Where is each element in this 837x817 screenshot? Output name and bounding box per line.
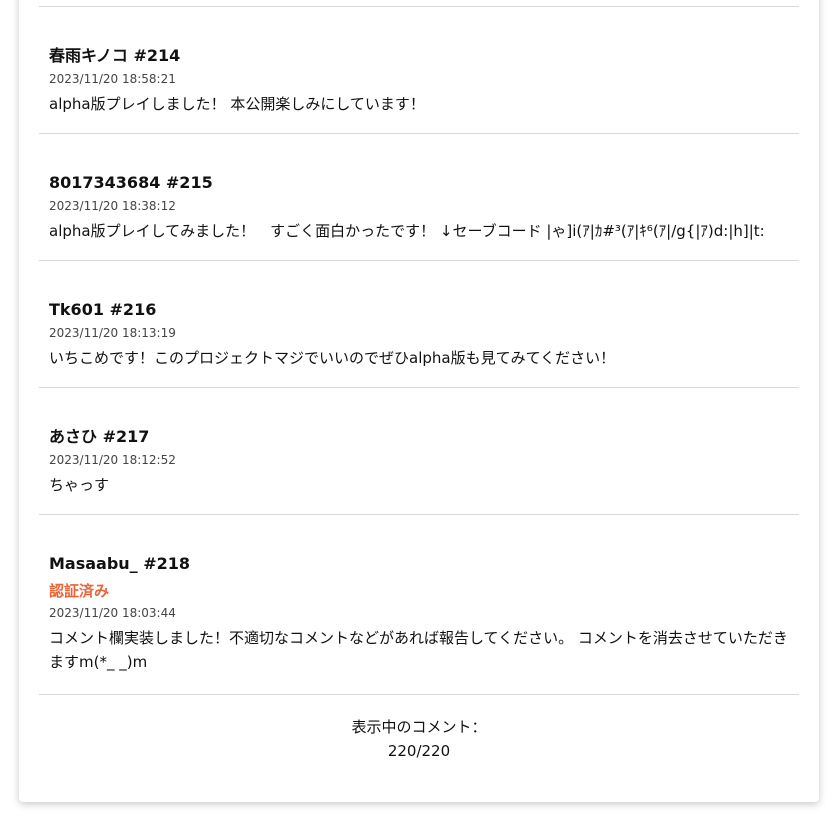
comment-list: 春雨キノコ #214 2023/11/20 18:58:21 alpha版プレイ…	[39, 6, 799, 763]
comment-author: 春雨キノコ #214	[49, 46, 181, 65]
comments-card: 春雨キノコ #214 2023/11/20 18:58:21 alpha版プレイ…	[19, 0, 819, 802]
comment-body: alpha版プレイしてみました！ すごく面白かったです！ ↓セーブコード |ゃ]…	[49, 222, 765, 240]
verified-badge: 認証済み	[49, 582, 110, 600]
comment-body: コメント欄実装しました！不適切なコメントなどがあれば報告してください。 コメント…	[49, 629, 788, 671]
comment-body: いちこめです！このプロジェクトマジでいいのでぜひalpha版も見てみてください！	[49, 349, 616, 367]
comment-item: 8017343684 #215 2023/11/20 18:38:12 alph…	[39, 133, 799, 260]
comment-date: 2023/11/20 18:03:44	[49, 606, 176, 620]
comment-date: 2023/11/20 18:13:19	[49, 326, 176, 340]
comment-body: ちゃっす	[49, 476, 110, 494]
comment-date: 2023/11/20 18:58:21	[49, 72, 176, 86]
comment-count-label: 表示中のコメント：	[351, 718, 487, 736]
comment-item: Masaabu_ #218 認証済み 2023/11/20 18:03:44 コ…	[39, 514, 799, 694]
comment-author: Tk601 #216	[49, 300, 157, 319]
comment-author: 8017343684 #215	[49, 173, 213, 192]
comment-date: 2023/11/20 18:12:52	[49, 453, 176, 467]
comment-item: Tk601 #216 2023/11/20 18:13:19 いちこめです！この…	[39, 260, 799, 387]
comment-item: 春雨キノコ #214 2023/11/20 18:58:21 alpha版プレイ…	[39, 6, 799, 133]
comment-body: alpha版プレイしました！ 本公開楽しみにしています！	[49, 95, 425, 113]
comment-date: 2023/11/20 18:38:12	[49, 199, 176, 213]
comment-count-value: 220/220	[387, 742, 451, 760]
comment-item: あさひ #217 2023/11/20 18:12:52 ちゃっす	[39, 387, 799, 514]
comment-author: Masaabu_ #218	[49, 554, 191, 573]
comment-count-footer: 表示中のコメント： 220/220	[39, 694, 799, 763]
comment-author: あさひ #217	[49, 427, 150, 446]
